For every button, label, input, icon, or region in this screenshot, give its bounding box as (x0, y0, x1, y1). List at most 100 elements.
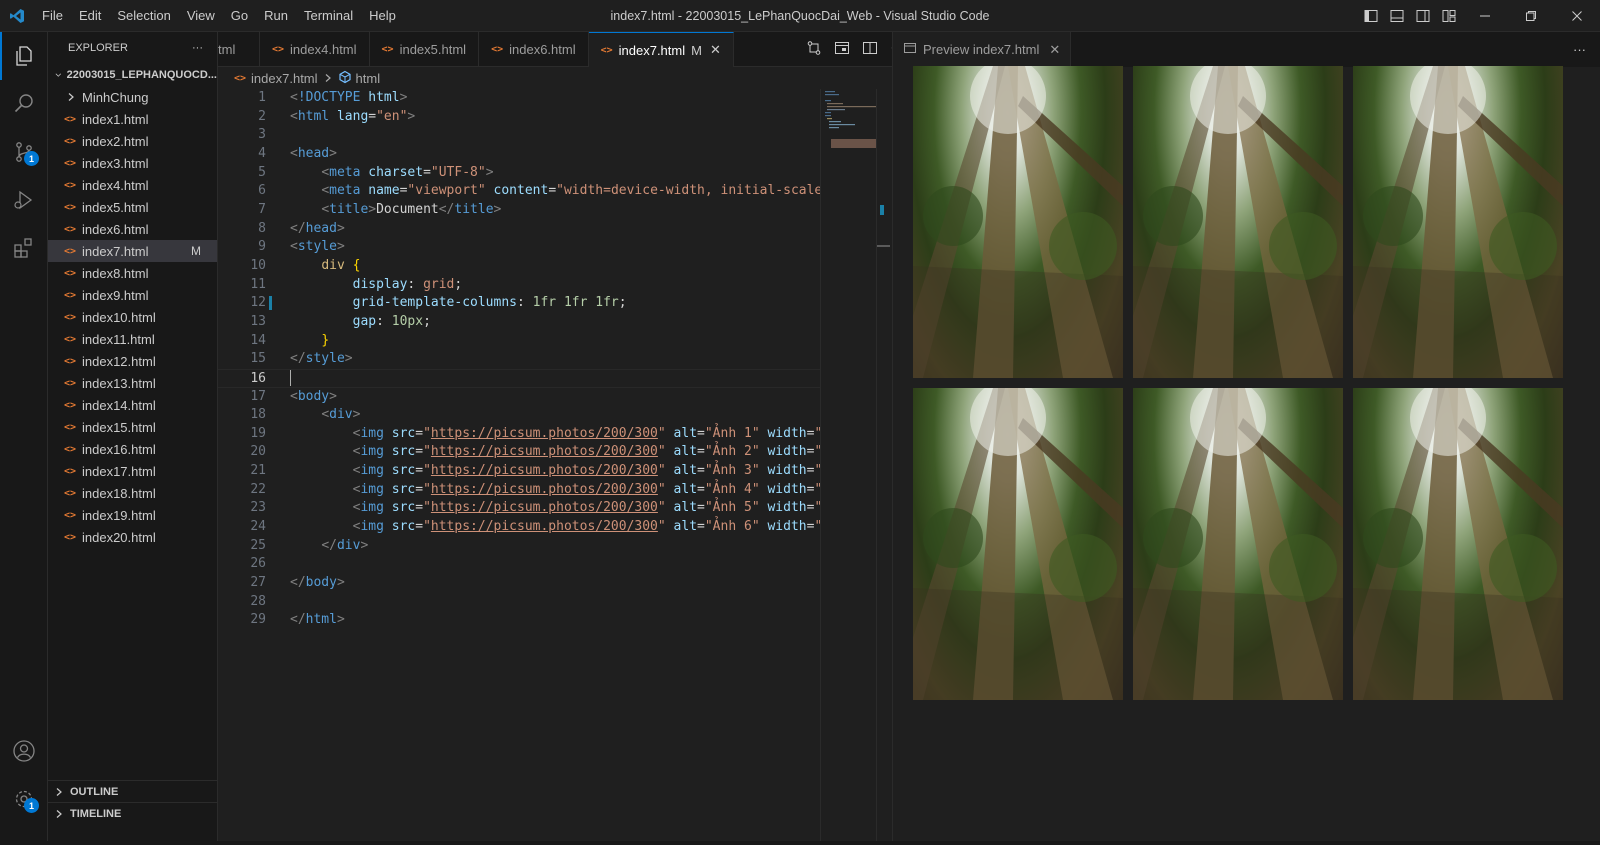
explorer-sidebar: EXPLORER ··· 22003015_LEPHANQUOCD... Min… (48, 32, 218, 845)
file-item[interactable]: <> index9.html (48, 284, 217, 306)
account-icon[interactable] (0, 727, 48, 775)
file-item[interactable]: <> index17.html (48, 460, 217, 482)
file-item[interactable]: <> index19.html (48, 504, 217, 526)
customize-layout-icon[interactable] (1438, 0, 1460, 32)
tab-index4[interactable]: <> index4.html (260, 32, 370, 67)
chevron-right-icon (68, 93, 74, 101)
file-item[interactable]: <> index20.html (48, 526, 217, 548)
file-item[interactable]: <> index5.html (48, 196, 217, 218)
code-line: 22 <img src="https://picsum.photos/200/3… (250, 481, 820, 497)
close-tab-icon[interactable]: ✕ (710, 42, 721, 58)
html-file-icon: <> (64, 487, 77, 499)
tab-index5[interactable]: <> index5.html (370, 32, 480, 67)
workspace-folder-name: 22003015_LEPHANQUOCD... (66, 69, 217, 81)
code-editor[interactable]: 1 <!DOCTYPE html> 2 <html lang="en"> 3 4 <h… (218, 89, 820, 845)
file-item[interactable]: <> index6.html (48, 218, 217, 240)
code-line: 17 <body> (250, 388, 337, 404)
html-file-icon: <> (64, 333, 77, 345)
close-window-icon[interactable] (1554, 0, 1600, 32)
file-item[interactable]: <> index1.html (48, 108, 217, 130)
outline-label: OUTLINE (70, 785, 119, 798)
menu-selection[interactable]: Selection (109, 0, 178, 32)
file-item[interactable]: <> index15.html (48, 416, 217, 438)
workspace-folder[interactable]: 22003015_LEPHANQUOCD... (48, 64, 217, 86)
tab-partial[interactable]: tml (218, 32, 260, 67)
file-item[interactable]: <> index7.html M (48, 240, 217, 262)
minimize-icon[interactable] (1462, 0, 1508, 32)
run-debug-icon[interactable] (0, 176, 48, 224)
menu-edit[interactable]: Edit (71, 0, 109, 32)
toggle-secondary-sidebar-icon[interactable] (1412, 0, 1434, 32)
file-item[interactable]: <> index3.html (48, 152, 217, 174)
file-label: index1.html (82, 111, 149, 127)
chevron-down-icon (55, 73, 62, 77)
file-label: index10.html (82, 309, 156, 325)
file-item[interactable]: <> index14.html (48, 394, 217, 416)
toggle-primary-sidebar-icon[interactable] (1360, 0, 1382, 32)
open-changes-icon[interactable] (806, 40, 822, 59)
explorer-icon[interactable] (0, 32, 48, 80)
file-item[interactable]: <> index8.html (48, 262, 217, 284)
chevron-right-icon (56, 809, 62, 818)
menu-run[interactable]: Run (256, 0, 296, 32)
html-file-icon: <> (64, 355, 77, 367)
html-file-icon: <> (64, 421, 77, 433)
code-line: 20 <img src="https://picsum.photos/200/3… (250, 444, 820, 460)
file-item[interactable]: <> index18.html (48, 482, 217, 504)
breadcrumb-symbol[interactable]: html (356, 71, 381, 86)
menu-terminal[interactable]: Terminal (296, 0, 361, 32)
file-label: index19.html (82, 507, 156, 523)
preview-image (913, 66, 1123, 378)
menu-help[interactable]: Help (361, 0, 404, 32)
open-preview-icon[interactable] (834, 40, 850, 59)
settings-gear-icon[interactable]: 1 (0, 775, 48, 823)
image-grid (913, 66, 1563, 700)
file-item[interactable]: <> index13.html (48, 372, 217, 394)
file-item[interactable]: <> index10.html (48, 306, 217, 328)
source-control-icon[interactable]: 1 (0, 128, 48, 176)
menu-file[interactable]: File (34, 0, 71, 32)
file-item[interactable]: <> index4.html (48, 174, 217, 196)
file-label: index7.html (82, 243, 149, 259)
split-editor-icon[interactable] (862, 40, 878, 59)
code-line: 14 } (250, 332, 330, 348)
folder-minhchung[interactable]: MinhChung (48, 86, 217, 108)
outline-section[interactable]: OUTLINE (48, 780, 218, 802)
chevron-right-icon (56, 787, 62, 796)
search-icon[interactable] (0, 80, 48, 128)
explorer-more-button[interactable]: ··· (192, 42, 203, 54)
preview-tabs: Preview index7.html ✕ ··· (892, 32, 1600, 67)
editor-scrollbar[interactable] (876, 89, 890, 845)
menu-go[interactable]: Go (223, 0, 256, 32)
toggle-panel-icon[interactable] (1386, 0, 1408, 32)
file-item[interactable]: <> index12.html (48, 350, 217, 372)
tab-label: tml (218, 42, 236, 57)
timeline-section[interactable]: TIMELINE (48, 802, 218, 824)
preview-image (1133, 66, 1343, 378)
menu-view[interactable]: View (179, 0, 223, 32)
restore-icon[interactable] (1508, 0, 1554, 32)
breadcrumb-file[interactable]: index7.html (251, 71, 317, 86)
html-file-icon: <> (64, 113, 77, 125)
extensions-icon[interactable] (0, 224, 48, 272)
file-item[interactable]: <> index11.html (48, 328, 217, 350)
preview-image (913, 388, 1123, 700)
file-label: index9.html (82, 287, 149, 303)
html-file-icon: <> (64, 311, 77, 323)
explorer-header: EXPLORER ··· (48, 32, 217, 64)
file-item[interactable]: <> index2.html (48, 130, 217, 152)
preview-more-button[interactable]: ··· (1573, 42, 1586, 57)
tab-preview[interactable]: Preview index7.html ✕ (893, 32, 1072, 67)
file-label: index16.html (82, 441, 156, 457)
file-label: index4.html (82, 177, 149, 193)
html-file-icon: <> (64, 465, 77, 477)
file-item[interactable]: <> index16.html (48, 438, 217, 460)
html-file-icon: <> (64, 267, 77, 279)
code-line: 9 <style> (258, 239, 345, 255)
html-file-icon: <> (64, 179, 77, 191)
preview-icon (903, 41, 917, 58)
code-line: 28 (250, 593, 266, 609)
close-preview-icon[interactable]: ✕ (1049, 42, 1060, 58)
tab-index6[interactable]: <> index6.html (479, 32, 589, 67)
tab-index7[interactable]: <> index7.html M ✕ (588, 32, 734, 67)
